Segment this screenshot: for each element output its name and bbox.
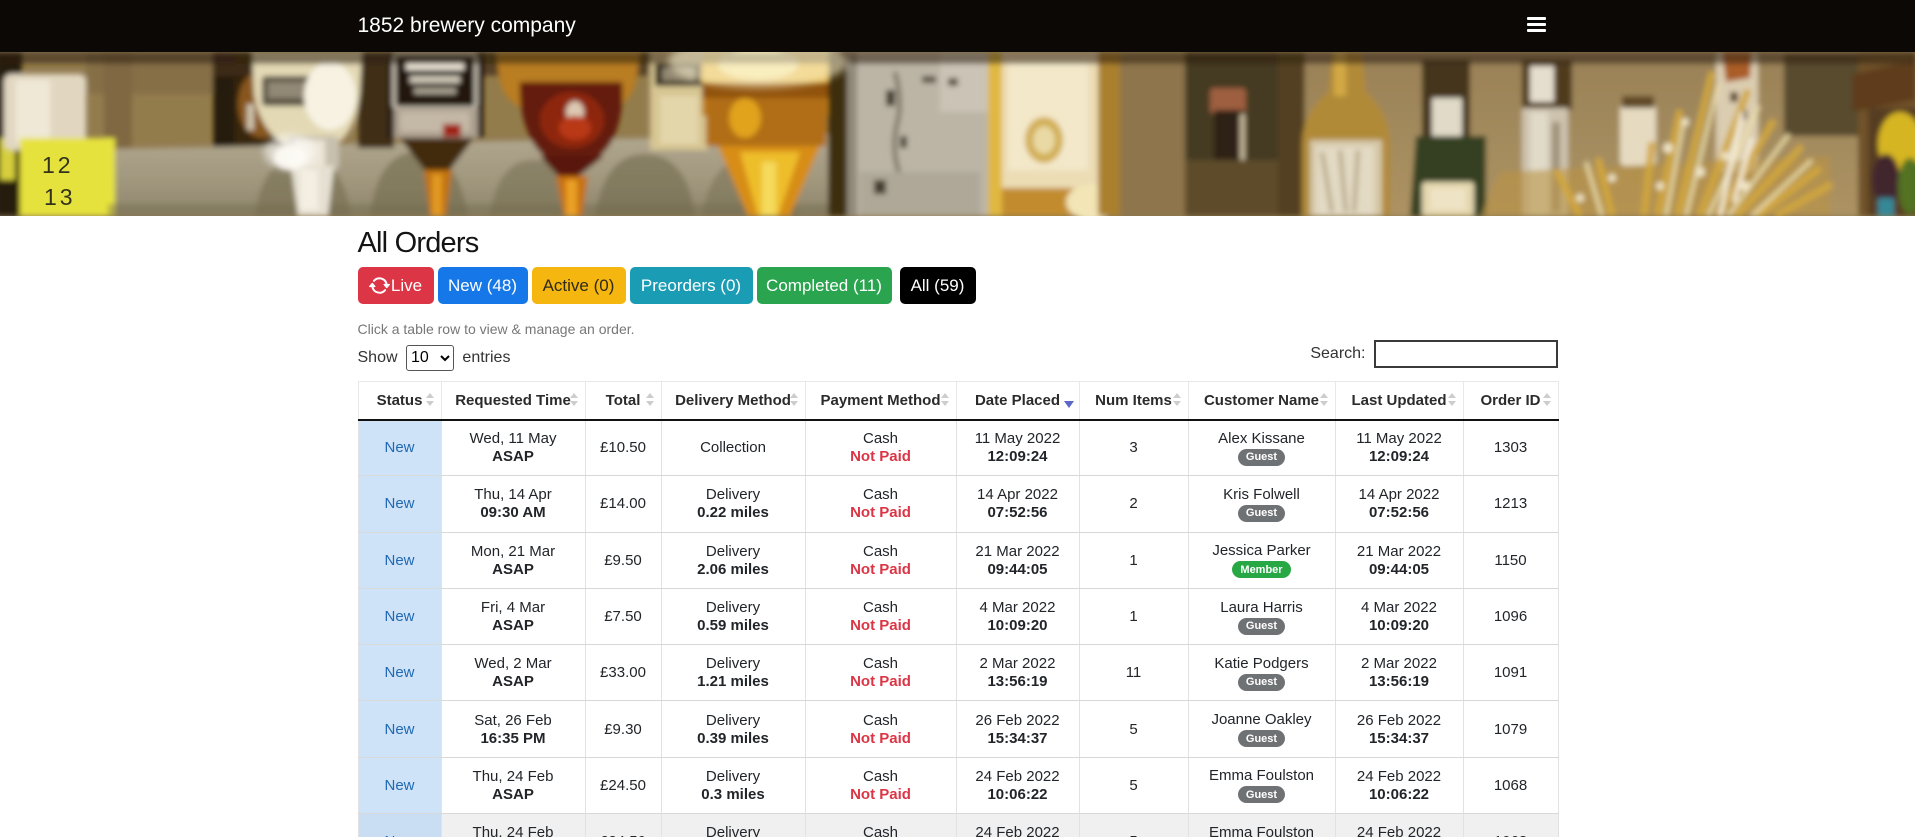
- svg-text:13: 13: [44, 184, 76, 210]
- svg-text:12: 12: [42, 152, 74, 178]
